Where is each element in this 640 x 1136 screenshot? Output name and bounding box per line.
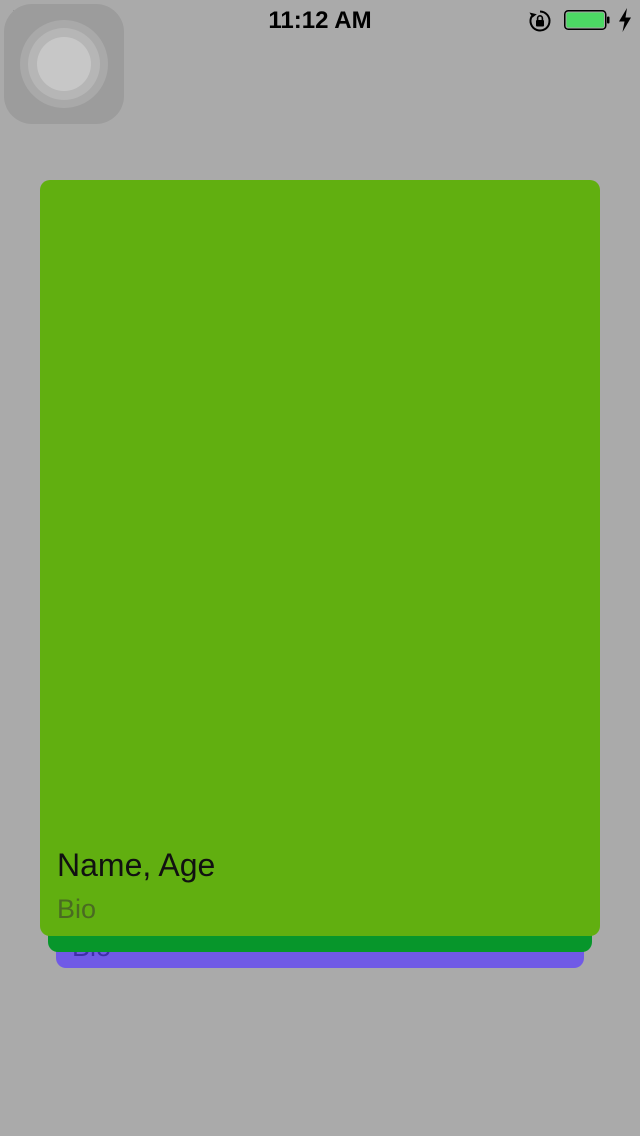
charging-bolt-icon — [619, 8, 631, 32]
profile-bio: Bio — [57, 894, 97, 924]
profile-name-age: Name, Age — [57, 847, 216, 883]
battery-icon — [564, 10, 610, 30]
rotation-lock-icon — [529, 10, 551, 32]
profile-card-front[interactable]: Name, Age Bio — [40, 180, 600, 936]
assistive-touch-button[interactable] — [4, 4, 124, 124]
assistive-touch-inner-circle — [37, 37, 91, 91]
